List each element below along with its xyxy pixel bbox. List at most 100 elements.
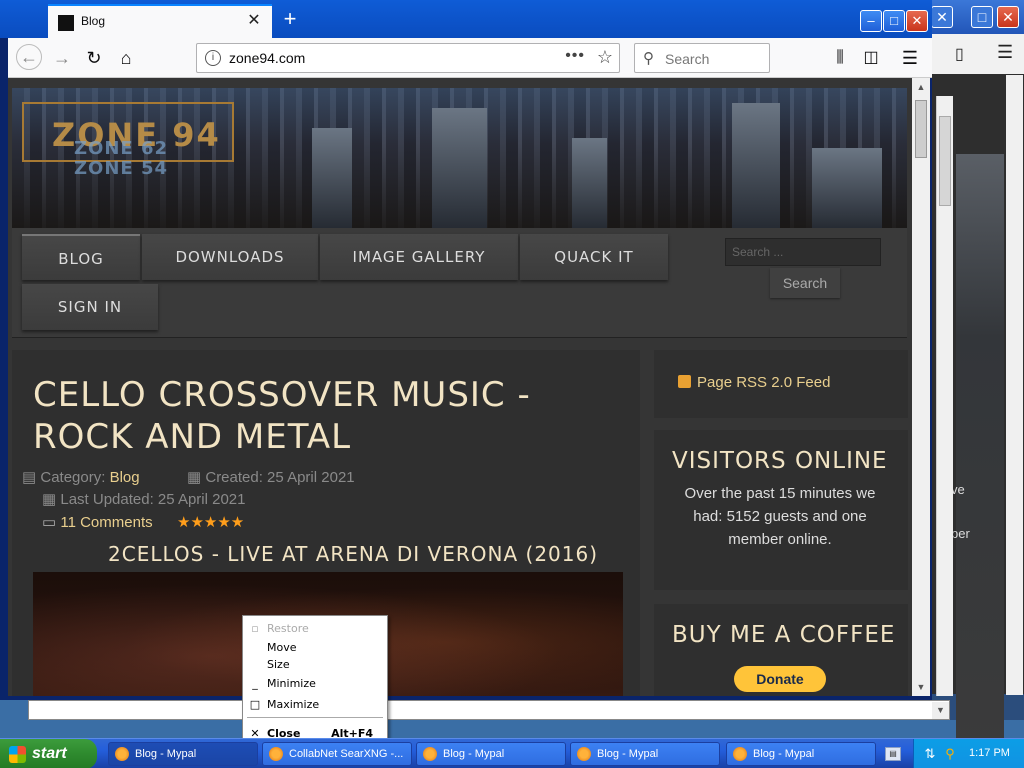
home-icon[interactable]: ⌂ — [114, 46, 138, 70]
background-scrollbar-right[interactable] — [1006, 75, 1023, 695]
banner-building — [432, 108, 487, 228]
start-label: start — [32, 745, 67, 762]
menu-item-image-gallery[interactable]: IMAGE GALLERY — [320, 234, 518, 280]
taskbar-item[interactable]: Blog - Mypal — [108, 742, 258, 766]
category-link[interactable]: Blog — [110, 469, 140, 486]
maximize-button[interactable]: □ — [883, 10, 905, 32]
size-label: Size — [267, 658, 290, 671]
menu-item-size[interactable]: Size — [243, 655, 387, 674]
background-text-fragment: per — [951, 526, 970, 541]
logo-sub-text: ZONE 62 — [74, 138, 169, 159]
start-button[interactable]: start — [0, 739, 97, 768]
site-search-button[interactable]: Search — [770, 268, 840, 298]
move-label: Move — [267, 641, 297, 654]
site-banner: ZONE 94 ZONE 62 ZONE 54 — [12, 88, 907, 228]
minimize-icon: _ — [252, 677, 258, 690]
banner-building — [812, 148, 882, 228]
bookmark-star-icon[interactable]: ☆ — [597, 47, 613, 68]
menu-item-maximize[interactable]: □ Maximize — [243, 695, 387, 714]
menu-item-restore[interactable]: ▫ Restore — [243, 619, 387, 638]
menu-item-blog[interactable]: BLOG — [22, 234, 140, 280]
taskbar-item[interactable]: Blog - Mypal — [570, 742, 720, 766]
background-sidebar-icon[interactable]: ▯ — [955, 44, 964, 64]
comments-link[interactable]: 11 Comments — [60, 514, 152, 531]
background-scrollbar[interactable] — [936, 96, 953, 696]
scrollbar-thumb[interactable] — [915, 100, 927, 158]
reload-icon[interactable]: ↻ — [82, 46, 106, 70]
favicon-icon — [58, 15, 74, 31]
background-toolbar: ▯ ☰ — [931, 34, 1024, 74]
keyboard-icon[interactable]: ▤ — [885, 747, 901, 761]
calendar-icon: ▦ — [42, 491, 57, 508]
background-window-titlebar: ✕ □ ✕ — [931, 0, 1024, 34]
article-created: ▦ Created: 25 April 2021 — [187, 468, 355, 486]
background-close-button-icon[interactable]: ✕ — [997, 6, 1019, 28]
mypal-icon — [733, 747, 747, 761]
network-icon[interactable]: ⇅ — [922, 746, 938, 762]
donate-button[interactable]: Donate — [734, 666, 826, 692]
minimize-button[interactable]: – — [860, 10, 882, 32]
page-scrollbar[interactable]: ▲ ▼ — [912, 78, 930, 696]
background-text-fragment: ve — [951, 482, 965, 497]
rss-link[interactable]: Page RSS 2.0 Feed — [678, 374, 830, 391]
mypal-icon — [269, 747, 283, 761]
background-maximize-icon[interactable]: □ — [971, 6, 993, 28]
menu-item-downloads[interactable]: DOWNLOADS — [142, 234, 318, 280]
clock[interactable]: 1:17 PM — [969, 747, 1010, 759]
url-bar[interactable]: i zone94.com ••• ☆ — [196, 43, 620, 73]
visitors-title: VISITORS ONLINE — [672, 448, 888, 474]
menu-item-sign-in[interactable]: SIGN IN — [22, 284, 158, 330]
windows-logo-icon — [9, 746, 26, 763]
chevron-down-icon[interactable]: ▼ — [932, 702, 949, 719]
tab-blog[interactable]: Blog ✕ — [48, 4, 272, 38]
system-tray: ⇅ ⚲ 1:17 PM — [913, 739, 1024, 768]
info-icon[interactable]: i — [205, 50, 221, 66]
banner-building — [732, 103, 780, 228]
menu-icon[interactable]: ☰ — [898, 46, 922, 70]
new-tab-button[interactable]: + — [278, 6, 302, 32]
rating-stars[interactable]: ★★★★★ — [177, 513, 244, 531]
calendar-icon: ▦ — [187, 469, 202, 486]
background-scrollbar-thumb[interactable] — [939, 116, 951, 206]
article-comments: ▭ 11 Comments — [42, 513, 153, 531]
mypal-icon — [115, 747, 129, 761]
menu-item-quack-it[interactable]: QUACK IT — [520, 234, 668, 280]
taskbar-item[interactable]: Blog - Mypal — [726, 742, 876, 766]
menu-item-minimize[interactable]: _ Minimize — [243, 674, 387, 693]
coffee-box: BUY ME A COFFEE Donate — [654, 604, 908, 696]
search-tray-icon[interactable]: ⚲ — [942, 746, 958, 762]
browser-window: Blog ✕ + – □ ✕ ← → ↻ ⌂ i zone94.com ••• … — [0, 0, 932, 700]
background-menu-icon[interactable]: ☰ — [997, 42, 1013, 63]
url-text[interactable]: zone94.com — [229, 50, 305, 66]
comment-icon: ▭ — [42, 514, 57, 531]
visitors-box: VISITORS ONLINE Over the past 15 minutes… — [654, 430, 908, 590]
updated-date: Last Updated: 25 April 2021 — [60, 491, 246, 508]
site-search-input[interactable]: Search ... — [725, 238, 881, 266]
forward-arrow-icon[interactable]: → — [50, 46, 74, 70]
banner-building — [312, 128, 352, 228]
category-label: Category: — [40, 469, 106, 486]
background-close-icon[interactable]: ✕ — [931, 6, 953, 28]
taskbar-item[interactable]: Blog - Mypal — [416, 742, 566, 766]
scroll-up-icon[interactable]: ▲ — [914, 80, 928, 94]
created-date: Created: 25 April 2021 — [205, 469, 355, 486]
scroll-down-icon[interactable]: ▼ — [914, 680, 928, 694]
page-actions-icon[interactable]: ••• — [565, 47, 585, 65]
tab-title: Blog — [81, 14, 106, 28]
library-icon[interactable]: ⫼ — [828, 46, 852, 70]
sidebar-icon[interactable]: ◫ — [859, 46, 883, 70]
back-arrow-icon[interactable]: ← — [16, 44, 42, 70]
browser-search-input[interactable]: ⚲ Search — [634, 43, 770, 73]
mypal-icon — [577, 747, 591, 761]
taskbar-item[interactable]: CollabNet SearXNG -... — [262, 742, 412, 766]
background-window-bottom-bar — [28, 700, 950, 720]
rss-link-text[interactable]: Page RSS 2.0 Feed — [697, 374, 830, 391]
restore-label: Restore — [267, 622, 309, 635]
mypal-icon — [423, 747, 437, 761]
taskbar-item-label: Blog - Mypal — [753, 748, 815, 760]
tab-close-icon[interactable]: ✕ — [244, 11, 264, 31]
article-category: ▤ Category: Blog — [22, 468, 140, 486]
site-menu: BLOG DOWNLOADS IMAGE GALLERY QUACK IT SI… — [12, 228, 907, 338]
taskbar: start Blog - Mypal CollabNet SearXNG -..… — [0, 738, 1024, 768]
close-button[interactable]: ✕ — [906, 10, 928, 32]
